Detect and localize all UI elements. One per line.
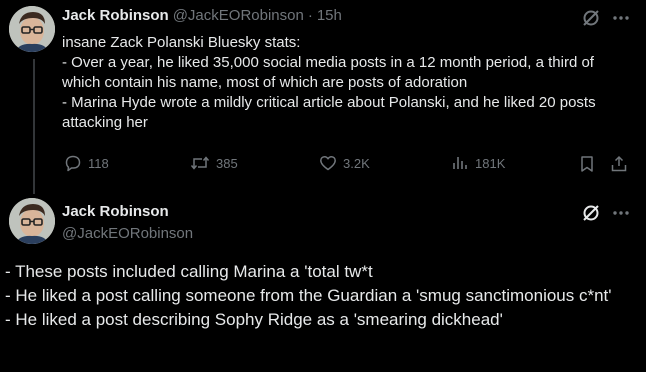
- like-count: 3.2K: [343, 155, 370, 171]
- repost-button[interactable]: 385: [190, 154, 238, 172]
- more-icon[interactable]: [610, 7, 632, 29]
- reply-icon: [64, 154, 82, 172]
- views-button[interactable]: 181K: [451, 154, 505, 172]
- grok-icon[interactable]: [580, 202, 602, 224]
- separator: ·: [307, 7, 313, 24]
- views-count: 181K: [475, 155, 506, 171]
- tweet-text: insane Zack Polanski Bluesky stats: - Ov…: [62, 34, 596, 131]
- share-icon[interactable]: [609, 154, 629, 174]
- bookmark-icon[interactable]: [577, 154, 597, 174]
- timestamp[interactable]: 15h: [317, 7, 342, 24]
- reply-button[interactable]: 118: [64, 154, 109, 172]
- grok-icon[interactable]: [580, 7, 602, 29]
- repost-count: 385: [216, 155, 238, 171]
- author-name[interactable]: Jack Robinson: [62, 7, 169, 24]
- reply-count: 118: [88, 155, 109, 171]
- tweet-text: - These posts included calling Marina a …: [5, 262, 612, 329]
- author-handle[interactable]: @JackEORobinson: [173, 7, 304, 24]
- avatar[interactable]: [9, 198, 55, 244]
- thread-line: [33, 59, 35, 194]
- author-handle[interactable]: @JackEORobinson: [62, 225, 193, 242]
- author-name[interactable]: Jack Robinson: [62, 203, 169, 220]
- like-button[interactable]: 3.2K: [319, 154, 370, 172]
- views-icon: [451, 154, 469, 172]
- more-icon[interactable]: [610, 202, 632, 224]
- repost-icon: [190, 154, 210, 172]
- like-icon: [319, 154, 337, 172]
- avatar[interactable]: [9, 6, 55, 52]
